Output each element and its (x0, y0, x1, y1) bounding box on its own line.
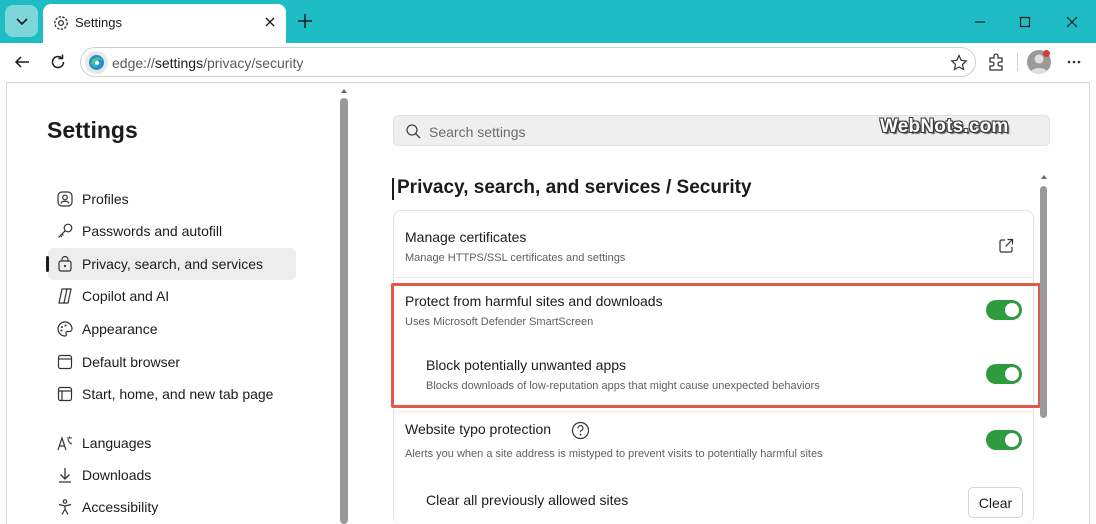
sidebar-item-start-home[interactable]: Start, home, and new tab page (48, 378, 296, 410)
typo-protection-label: Website typo protection (405, 421, 552, 437)
extensions-button[interactable] (985, 51, 1007, 73)
clear-button[interactable]: Clear (968, 487, 1023, 518)
close-icon (1066, 16, 1078, 28)
search-placeholder: Search settings (429, 124, 526, 140)
browser-window-icon (56, 353, 74, 371)
more-menu-button[interactable] (1063, 51, 1085, 73)
chevron-down-icon (15, 18, 28, 26)
key-icon (56, 222, 74, 240)
settings-heading: Settings (47, 117, 138, 143)
sidebar-item-label: Languages (82, 435, 152, 451)
page-title: Privacy, search, and services / Security (397, 177, 752, 198)
watermark: WebNots.com (880, 116, 1009, 137)
title-bar: Settings (0, 0, 1096, 43)
typo-protection-description: Alerts you when a site address is mistyp… (405, 448, 823, 460)
sidebar-item-label: Start, home, and new tab page (82, 386, 274, 402)
sidebar-item-label: Appearance (82, 321, 158, 337)
active-indicator (46, 256, 49, 272)
toolbar-divider (1017, 53, 1018, 71)
home-page-icon (56, 385, 74, 403)
puzzle-icon (989, 53, 1003, 71)
content-frame-left (6, 82, 7, 524)
plus-icon (298, 14, 312, 28)
download-icon (56, 466, 74, 484)
sidebar-item-profiles[interactable]: Profiles (48, 183, 296, 215)
typo-protection-toggle[interactable] (986, 430, 1022, 450)
sidebar-item-languages[interactable]: Languages (48, 427, 296, 459)
tab-settings[interactable]: Settings (43, 4, 286, 43)
arrow-left-icon (14, 56, 29, 68)
help-question-icon[interactable] (571, 421, 590, 440)
more-dots-icon (1067, 60, 1081, 64)
accessibility-icon (56, 498, 74, 516)
clear-allowed-sites-label: Clear all previously allowed sites (426, 492, 629, 508)
url-text: edge://settings/privacy/security (112, 55, 304, 71)
new-tab-button[interactable] (294, 10, 316, 32)
copilot-icon (56, 287, 74, 305)
star-icon (950, 54, 968, 71)
sidebar-item-default-browser[interactable]: Default browser (48, 346, 296, 378)
tab-title: Settings (75, 15, 122, 30)
sidebar-item-passwords[interactable]: Passwords and autofill (48, 215, 296, 247)
back-button[interactable] (11, 51, 33, 73)
tab-actions-button[interactable] (5, 5, 38, 37)
lock-icon (56, 255, 74, 273)
content-frame-right (1089, 82, 1090, 524)
navigation-bar: edge://settings/privacy/security (0, 43, 1096, 81)
external-link-icon[interactable] (997, 237, 1015, 255)
row-divider (394, 277, 1033, 278)
sidebar-item-copilot[interactable]: Copilot and AI (48, 280, 296, 312)
sidebar-item-label: Privacy, search, and services (82, 256, 264, 272)
close-window-button[interactable] (1062, 12, 1082, 32)
manage-certificates-label[interactable]: Manage certificates (405, 229, 526, 245)
row-divider (394, 411, 1033, 412)
favorite-button[interactable] (949, 53, 969, 73)
sidebar-item-label: Default browser (82, 354, 181, 370)
content-scrollbar[interactable] (1040, 186, 1047, 418)
maximize-button[interactable] (1015, 12, 1035, 32)
profile-icon (56, 190, 74, 208)
highlight-box (391, 283, 1041, 408)
refresh-icon (51, 54, 65, 69)
sidebar-item-label: Copilot and AI (82, 288, 170, 304)
refresh-button[interactable] (47, 51, 69, 73)
manage-certificates-description: Manage HTTPS/SSL certificates and settin… (405, 252, 626, 264)
sidebar-item-appearance[interactable]: Appearance (48, 313, 296, 345)
notification-dot (1043, 50, 1050, 57)
address-bar[interactable]: edge://settings/privacy/security (80, 47, 976, 77)
sidebar-item-label: Profiles (82, 191, 129, 207)
edge-logo-icon (85, 51, 108, 74)
sidebar-item-label: Accessibility (82, 499, 159, 515)
sidebar-item-accessibility[interactable]: Accessibility (48, 491, 296, 523)
scroll-up-arrow-icon[interactable] (1040, 173, 1048, 181)
sidebar-item-label: Passwords and autofill (82, 223, 223, 239)
sidebar-item-downloads[interactable]: Downloads (48, 459, 296, 491)
gear-icon (52, 14, 70, 32)
scroll-up-arrow-icon[interactable] (340, 87, 348, 95)
palette-icon (56, 320, 74, 338)
text-cursor (392, 178, 394, 200)
close-tab-icon[interactable] (261, 13, 279, 31)
sidebar-scrollbar[interactable] (340, 98, 348, 524)
sidebar-item-privacy[interactable]: Privacy, search, and services (46, 248, 296, 280)
sidebar-item-label: Downloads (82, 467, 152, 483)
maximize-icon (1019, 16, 1031, 28)
toggle-knob (1005, 433, 1019, 447)
minimize-icon (975, 21, 985, 23)
search-icon (405, 123, 422, 140)
languages-icon (56, 434, 74, 452)
content-frame-top (6, 82, 1090, 83)
minimize-button[interactable] (970, 12, 990, 32)
